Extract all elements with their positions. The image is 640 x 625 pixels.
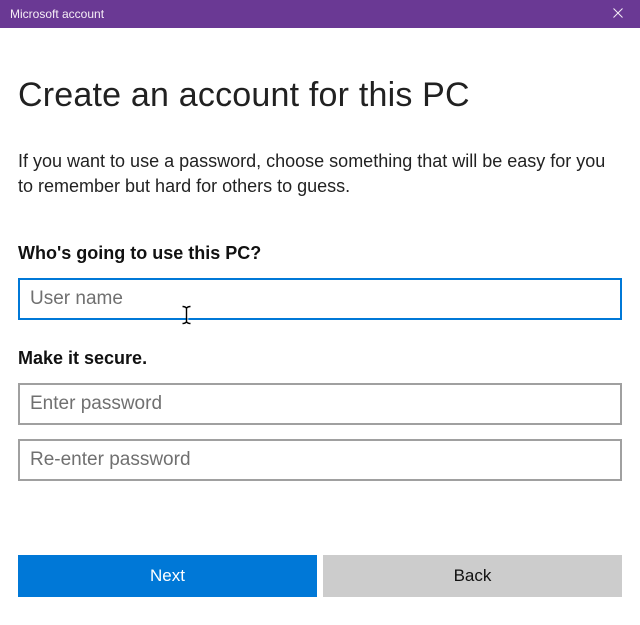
page-description: If you want to use a password, choose so…: [18, 149, 622, 199]
password-input[interactable]: [18, 383, 622, 425]
content-area: Create an account for this PC If you wan…: [0, 28, 640, 481]
close-icon: [613, 5, 623, 23]
button-row: Next Back: [18, 555, 622, 597]
password-confirm-input[interactable]: [18, 439, 622, 481]
page-title: Create an account for this PC: [18, 76, 622, 115]
back-button[interactable]: Back: [323, 555, 622, 597]
who-section: Who's going to use this PC?: [18, 243, 622, 320]
window-title: Microsoft account: [10, 7, 104, 21]
secure-label: Make it secure.: [18, 348, 622, 369]
secure-section: Make it secure.: [18, 348, 622, 481]
who-label: Who's going to use this PC?: [18, 243, 622, 264]
window-titlebar: Microsoft account: [0, 0, 640, 28]
close-button[interactable]: [596, 0, 640, 28]
username-input[interactable]: [18, 278, 622, 320]
next-button[interactable]: Next: [18, 555, 317, 597]
